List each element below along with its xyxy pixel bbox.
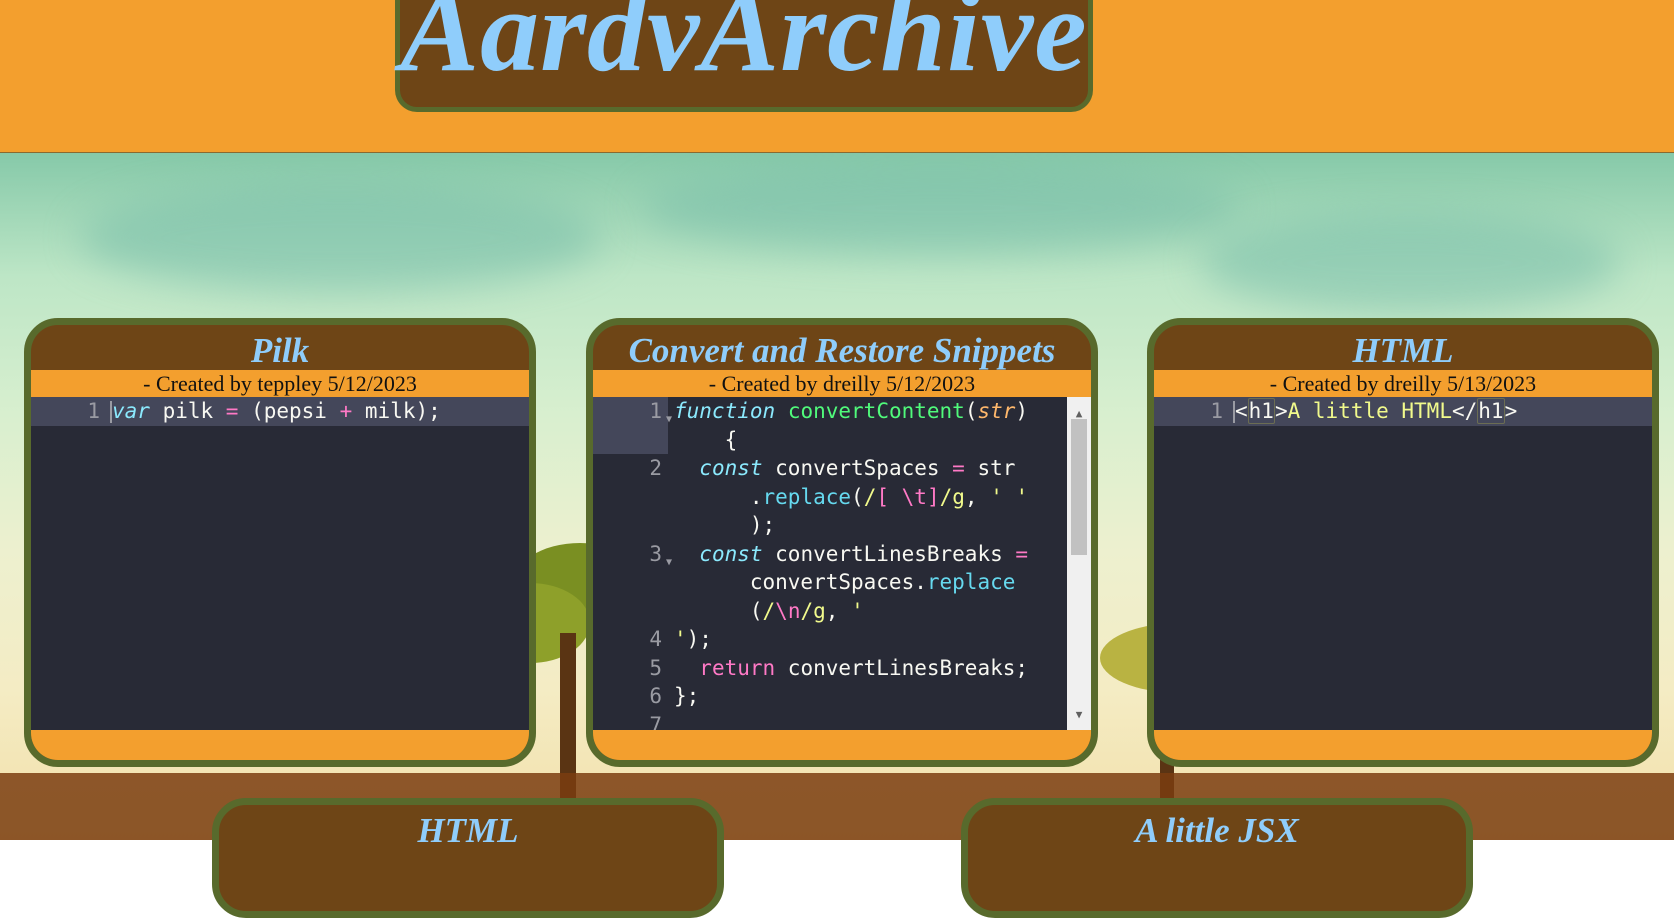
line-number: 1 ▼ — [593, 397, 672, 454]
card-footer — [1154, 730, 1652, 760]
line-number: 5 — [649, 655, 662, 680]
code-line: 2 const convertSpaces = str .replace(/[ … — [593, 454, 1091, 540]
snippet-byline: - Created by teppley 5/12/2023 — [31, 370, 529, 397]
snippet-card-html[interactable]: HTML - Created by dreilly 5/13/2023 1 <h… — [1147, 318, 1659, 767]
code-editor[interactable]: 1 ▼ function convertContent(str) { 2 cons… — [593, 397, 1091, 732]
line-number: 7 — [649, 712, 662, 733]
code-line: 3 ▼ const convertLinesBreaks = convertSpa… — [593, 540, 1091, 626]
code-line-content — [668, 711, 1091, 733]
snippet-title[interactable]: HTML — [219, 805, 717, 850]
snippet-byline: - Created by dreilly 5/13/2023 — [1154, 370, 1652, 397]
fold-arrow-icon[interactable]: ▼ — [666, 406, 672, 435]
code-line: 1 <h1>A little HTML</h1> — [1154, 397, 1652, 426]
code-line-content: return convertLinesBreaks; — [699, 655, 1029, 680]
snippet-title[interactable]: Convert and Restore Snippets — [593, 325, 1091, 370]
scroll-down-arrow-icon[interactable]: ▼ — [1067, 701, 1091, 730]
code-line: 4 '); — [593, 625, 1091, 654]
code-editor[interactable]: 1 var pilk = (pepsi + milk); — [31, 397, 529, 732]
code-line-content: }; — [674, 684, 700, 708]
site-logo[interactable]: AardvArchive — [395, 0, 1093, 112]
code-line-content: '); — [674, 627, 712, 651]
site-header: AardvArchive — [0, 0, 1674, 153]
code-line: 1 ▼ function convertContent(str) { — [593, 397, 1091, 454]
line-number: 3 ▼ — [593, 540, 672, 626]
code-line-content: const convertLinesBreaks = convertSpaces… — [699, 541, 1029, 623]
snippet-card-html-2[interactable]: HTML — [212, 798, 724, 918]
site-title: AardvArchive — [400, 0, 1088, 96]
snippet-title[interactable]: Pilk — [31, 325, 529, 370]
code-line-content: const convertSpaces = str .replace(/[ \t… — [699, 456, 1029, 537]
code-line-content: var pilk = (pepsi + milk); — [110, 399, 441, 423]
snippet-card-convert[interactable]: Convert and Restore Snippets - Created b… — [586, 318, 1098, 767]
line-number: 1 — [87, 399, 100, 423]
scrollbar-thumb[interactable] — [1071, 419, 1087, 555]
snippet-card-jsx[interactable]: A little JSX — [961, 798, 1473, 918]
code-line: 1 var pilk = (pepsi + milk); — [31, 397, 529, 426]
code-editor[interactable]: 1 <h1>A little HTML</h1> — [1154, 397, 1652, 732]
line-number: 4 — [649, 627, 662, 651]
snippet-card-pilk[interactable]: Pilk - Created by teppley 5/12/2023 1 va… — [24, 318, 536, 767]
code-line: 7 — [593, 711, 1091, 733]
snippet-byline: - Created by dreilly 5/12/2023 — [593, 370, 1091, 397]
fold-arrow-icon[interactable]: ▼ — [666, 549, 672, 578]
card-footer — [593, 730, 1091, 760]
code-line: 5 return convertLinesBreaks; — [593, 654, 1091, 683]
snippet-title[interactable]: HTML — [1154, 325, 1652, 370]
line-number: 1 — [1210, 399, 1223, 423]
code-line-content: function convertContent(str) { — [674, 399, 1029, 452]
editor-scrollbar[interactable]: ▲ ▼ — [1067, 397, 1091, 732]
code-line-content: <h1>A little HTML</h1> — [1233, 398, 1518, 424]
line-number: 6 — [649, 684, 662, 708]
snippet-title[interactable]: A little JSX — [968, 805, 1466, 850]
card-footer — [31, 730, 529, 760]
line-number: 2 — [649, 456, 662, 480]
code-line: 6 }; — [593, 682, 1091, 711]
